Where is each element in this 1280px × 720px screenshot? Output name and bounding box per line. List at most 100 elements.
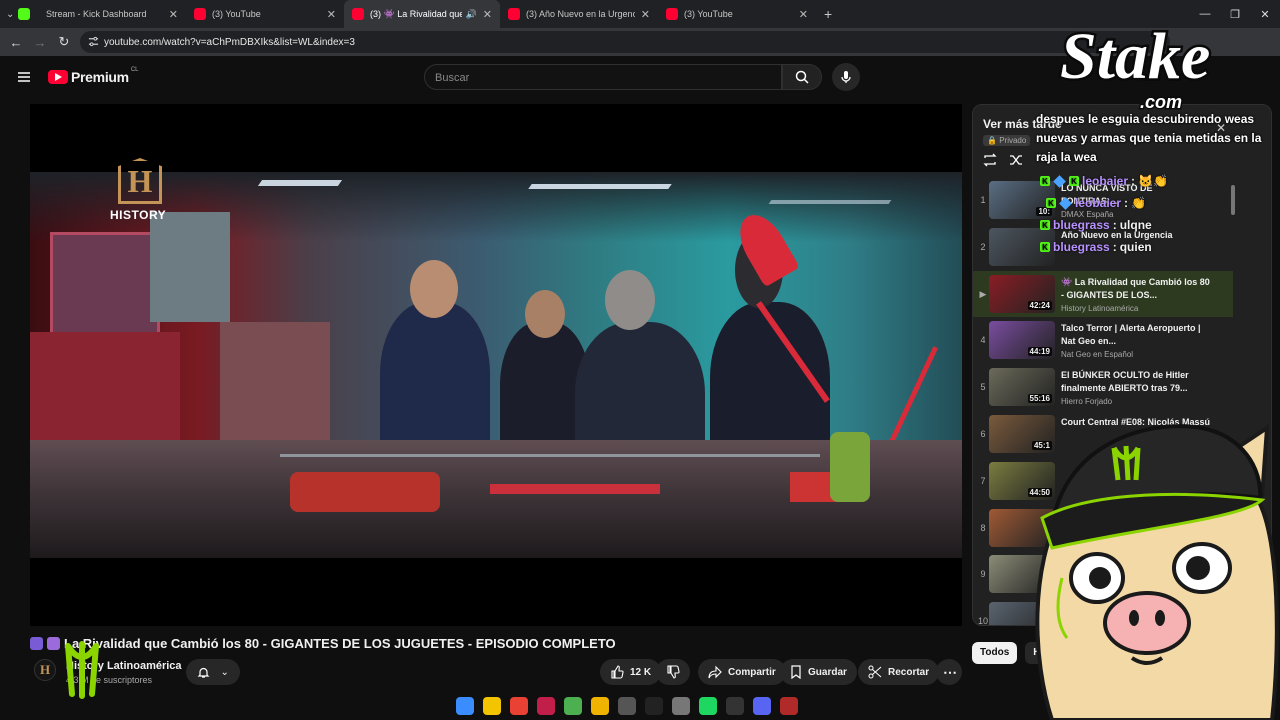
playlist-item[interactable]: 4 44:19 Talco Terror | Alerta Aeropuerto |… [973,317,1233,363]
gem-badge-icon [1059,196,1072,210]
kick-badge-icon: K [1046,198,1056,208]
close-tab-icon[interactable]: ✕ [799,8,808,21]
thumbs-down-icon [667,665,680,679]
spotify-icon[interactable] [699,697,717,715]
obs-icon[interactable] [645,697,663,715]
close-tab-icon[interactable]: ✕ [169,8,178,21]
youtube-favicon-icon [352,8,364,20]
playlist-item-channel: History Latinoamérica [1061,303,1139,313]
playlist-item-index: 8 [980,522,986,533]
alien-emoji-icon [30,637,43,650]
search-icon [795,70,809,84]
youtube-premium-logo[interactable]: Premium CL [48,67,138,85]
playlist-privacy: 🔒 Privado [983,135,1031,146]
loop-icon[interactable] [983,153,997,167]
chat-line: K leobaier: 👏 [1046,192,1276,214]
youtube-favicon-icon [666,8,678,20]
norton-icon[interactable] [483,697,501,715]
reload-icon[interactable]: ↻ [52,30,76,54]
audio-playing-icon[interactable]: 🔊 [466,9,477,20]
close-tab-icon[interactable]: ✕ [483,8,492,21]
close-tab-icon[interactable]: ✕ [327,8,336,21]
close-tab-icon[interactable]: ✕ [641,8,650,21]
playlist-item-title[interactable]: El BÚNKER OCULTO de Hitler finalmente AB… [1061,369,1211,395]
share-icon [708,665,722,679]
like-button[interactable]: 12 K [600,659,662,685]
subscription-bell-button[interactable]: ⌄ [186,659,240,685]
playlist-item-index: 1 [980,195,986,205]
playlist-item-index: 9 [980,569,986,580]
tab-youtube-active[interactable]: (3) 👾 La Rivalidad que C 🔊 ✕ [344,0,500,28]
windows-taskbar [440,692,840,720]
playlist-item-thumbnail[interactable]: 42:24 [989,274,1055,313]
forward-icon[interactable]: → [28,30,52,54]
dislike-button[interactable] [656,659,690,685]
tab-youtube-1[interactable]: (3) YouTube ✕ [186,0,344,28]
playlist-item-index: 7 [980,475,986,486]
tab-list-menu[interactable]: ⌄ [0,0,40,28]
kick-badge-icon: K [1040,220,1050,230]
playlist-item-index: 6 [980,429,986,439]
share-button[interactable]: Compartir [698,659,786,685]
voice-search-button[interactable] [832,63,860,91]
stake-sponsor-logo: Stake .com [1058,18,1213,113]
shuffle-icon[interactable] [1009,153,1023,167]
chevron-down-icon: ⌄ [220,666,229,678]
back-icon[interactable]: ← [4,30,28,54]
chrome-icon[interactable] [510,697,528,715]
epic-icon[interactable] [726,697,744,715]
channel-avatar[interactable]: H [34,659,56,681]
clip-button[interactable]: Recortar [858,659,940,685]
chevron-down-icon: ⌄ [6,8,15,20]
video-player[interactable]: H HISTORY [30,104,962,626]
playlist-item-index: 4 [980,335,986,346]
chat-line: K bluegrass: quien [1040,236,1276,258]
youtube-favicon-icon [194,8,206,20]
tab-youtube-urgencia[interactable]: (3) Año Nuevo en la Urgencia - ✕ [500,0,658,28]
playlist-item-index: 10 [977,616,988,626]
search-input[interactable]: Buscar [424,64,782,90]
search-button[interactable] [782,64,822,90]
tab-youtube-2[interactable]: (3) YouTube ✕ [658,0,816,28]
gamebar-icon[interactable] [672,697,690,715]
playlist-item-index: ▶ [979,288,987,299]
steam-icon[interactable] [618,697,636,715]
playlist-item-thumbnail[interactable]: 55:16 [989,368,1055,407]
new-tab-button[interactable]: + [816,0,844,28]
video-duration: 44:19 [1027,347,1052,357]
folder-icon[interactable] [591,697,609,715]
cat-mascot-overlay [1035,424,1279,720]
playlist-item-channel: Hierro Forjado [1061,397,1113,407]
chip-all[interactable]: Todos [972,642,1018,664]
kick-icon [18,8,31,20]
discord-icon[interactable] [753,697,771,715]
stream-chat-highlight: despues le esguia descubirendo weas nuev… [1036,112,1262,164]
vivaldi-icon[interactable] [537,697,555,715]
playlist-item-title[interactable]: Talco Terror | Alerta Aeropuerto | Nat G… [1061,322,1211,348]
more-actions-button[interactable]: ⋯ [936,659,962,685]
app2-icon[interactable] [780,697,798,715]
playlist-item-title[interactable]: 👾 La Rivalidad que Cambió los 80 - GIGAN… [1061,276,1211,302]
sponsor-domain: .com [1140,92,1182,112]
playlist-item[interactable]: ▶ 42:24 👾 La Rivalidad que Cambió los 80 -… [973,270,1233,317]
gem-badge-icon [1053,174,1066,188]
sponsor-wordmark: Stake [1060,20,1210,93]
address-bar[interactable]: youtube.com/watch?v=aChPmDBXIks&list=WL&… [80,31,1170,53]
thumbs-up-icon [611,665,624,679]
playlist-item-index: 2 [980,241,986,252]
kick-badge-icon: K [1040,242,1050,252]
playlist-item[interactable]: 5 55:16 El BÚNKER OCULTO de Hitler finalme… [973,364,1233,410]
playlist-item-thumbnail[interactable]: 44:19 [989,321,1055,360]
app-icon[interactable] [564,697,582,715]
history-channel-logo: H HISTORY [110,158,170,222]
kick-badge-icon: K [1040,176,1050,186]
windows-icon[interactable] [456,697,474,715]
microphone-icon [841,71,851,83]
menu-icon[interactable] [16,69,32,85]
kick-badge-icon: K [1069,176,1079,186]
site-info-icon[interactable] [88,36,99,47]
bookmark-icon [791,665,801,679]
history-h-icon: H [118,158,162,204]
save-button[interactable]: Guardar [780,659,857,685]
tab-kick-dashboard[interactable]: Stream - Kick Dashboard ✕ [40,0,186,28]
